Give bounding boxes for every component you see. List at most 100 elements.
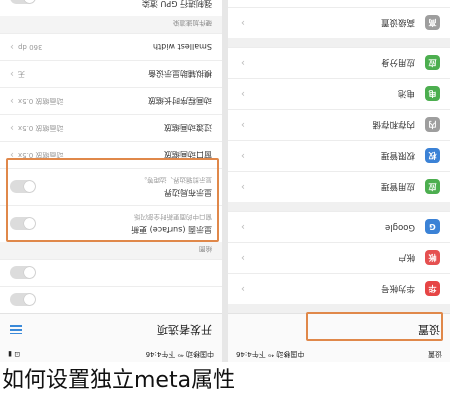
gear-icon: 高	[425, 15, 440, 31]
chevron-right-icon: ›	[241, 88, 245, 100]
developer-options-screen: 中国移动 ⁴ᴳ 下午4:46 ⊡ ▮ 开发者选项 绘图 显示面 (surface…	[0, 0, 222, 362]
caption: 如何设置独立meta属性	[2, 368, 236, 393]
settings-item[interactable]: 华华为帐号 ›	[228, 273, 450, 304]
dev-option-row[interactable]: 显示布局边界 显示剪辑边界、边距等。	[0, 168, 222, 205]
toggle-switch[interactable]	[10, 180, 36, 194]
settings-item-label: 帐户	[397, 252, 415, 262]
settings-item[interactable]: 应应用管理 ›	[228, 171, 450, 202]
dev-option-text: 过渡动画缩放	[64, 123, 212, 134]
dev-hw-rows: 强制进行 GPU 渲染在 2D 绘图中强制使用 GPU显示 GPU 视图更新使用…	[0, 0, 222, 16]
group-gap	[228, 38, 450, 47]
status-right: 中国移动 ⁴ᴳ 下午4:46	[236, 350, 305, 358]
app-twin-icon: 应	[425, 55, 440, 71]
dev-option-summary: 窗口中的面更新时全部闪烁	[134, 213, 212, 221]
settings-item-label: 电池	[397, 88, 415, 98]
settings-item[interactable]: 电电池 ›	[228, 78, 450, 109]
dev-option-summary: 显示剪辑边界、边距等。	[140, 176, 213, 184]
permission-icon: 权	[425, 148, 440, 164]
settings-item[interactable]: G Google ›	[228, 211, 450, 242]
dev-option-label: Smallest width	[152, 42, 212, 52]
chevron-right-icon: ›	[241, 17, 245, 29]
dev-option-text: 显示布局边界 显示剪辑边界、边距等。	[42, 176, 213, 198]
settings-item-label: 应用分身	[380, 57, 415, 67]
chevron-right-icon: ›	[241, 283, 245, 295]
toggle-switch[interactable]	[10, 293, 36, 307]
toggle-switch[interactable]	[10, 266, 36, 280]
toggle-switch[interactable]	[10, 217, 36, 231]
settings-item[interactable]: 应应用分身 ›	[228, 47, 450, 78]
settings-list: 华华为帐号 › 帐帐户 › G Google › 应应用管理 › 权权限管理 › 内内存和存储 › 电电池…	[228, 0, 450, 304]
dev-option-text: Smallest width	[42, 43, 212, 52]
chevron-right-icon: ›	[10, 68, 14, 80]
dev-option-value: 无	[18, 70, 25, 78]
page-title: 开发者选项	[157, 323, 212, 336]
settings-item-label: 应用管理	[380, 181, 415, 191]
dev-option-label: 过渡动画缩放	[164, 123, 212, 133]
chevron-right-icon: ›	[10, 41, 14, 53]
google-icon: G	[425, 219, 440, 235]
settings-item-label: 华为帐号	[380, 283, 415, 293]
settings-item[interactable]: 帐帐户 ›	[228, 242, 450, 273]
dev-option-label: 动画程序时长缩放	[148, 96, 212, 106]
dev-option-text: 模拟辅助显示设备	[25, 69, 212, 80]
chevron-right-icon: ›	[241, 252, 245, 264]
status-right: ⊡ ▮	[8, 350, 20, 358]
dev-option-row[interactable]	[0, 286, 222, 313]
dev-option-row[interactable]: 模拟辅助显示设备 无 ›	[0, 60, 222, 87]
chevron-right-icon: ›	[241, 57, 245, 69]
dev-option-row[interactable]: 窗口动画缩放 动画缩放 0.5x ›	[0, 141, 222, 168]
dev-header: 开发者选项	[0, 313, 222, 346]
huawei-icon: 华	[425, 281, 440, 297]
chevron-right-icon: ›	[241, 150, 245, 162]
screen-divider	[222, 0, 228, 362]
group-gap	[228, 202, 450, 211]
dev-option-value: 动画缩放 0.5x	[18, 124, 64, 132]
settings-item[interactable]: 开开发者选项›	[228, 0, 450, 7]
settings-item-label: 权限管理	[380, 150, 415, 160]
settings-screen: 设置 中国移动 ⁴ᴳ 下午4:46 设置 华华为帐号 › 帐帐户 › G Google › 应…	[228, 0, 450, 362]
account-icon: 帐	[425, 250, 440, 266]
page-title: 设置	[418, 323, 440, 336]
dev-option-label: 模拟辅助显示设备	[148, 69, 212, 79]
dev-option-label: 显示面 (surface) 更新	[131, 225, 212, 234]
dev-option-row[interactable]: 强制进行 GPU 渲染在 2D 绘图中强制使用 GPU	[0, 0, 222, 16]
chevron-right-icon: ›	[10, 122, 14, 134]
menu-icon[interactable]	[10, 325, 22, 335]
dev-top-rows	[0, 259, 222, 313]
dev-option-row[interactable]: 显示面 (surface) 更新 窗口中的面更新时全部闪烁	[0, 205, 222, 242]
status-bar: 设置 中国移动 ⁴ᴳ 下午4:46	[228, 346, 450, 362]
battery-icon: 电	[425, 86, 440, 102]
dev-option-value: 360 dp	[18, 43, 43, 51]
dev-option-row[interactable]: Smallest width 360 dp ›	[0, 33, 222, 60]
settings-item[interactable]: 权权限管理 ›	[228, 140, 450, 171]
chevron-right-icon: ›	[241, 119, 245, 131]
toggle-switch[interactable]	[10, 0, 36, 5]
settings-item[interactable]: 内内存和存储 ›	[228, 109, 450, 140]
dev-draw-rows: 显示面 (surface) 更新 窗口中的面更新时全部闪烁 显示布局边界 显示剪辑边界…	[0, 33, 222, 242]
apps-icon: 应	[425, 179, 440, 195]
dev-option-value: 动画缩放 0.5x	[18, 151, 64, 159]
storage-icon: 内	[425, 117, 440, 133]
chevron-right-icon: ›	[241, 181, 245, 193]
dev-option-row[interactable]: 过渡动画缩放 动画缩放 0.5x ›	[0, 114, 222, 141]
section-hardware: 硬件加速渲染	[0, 16, 222, 33]
chevron-right-icon: ›	[10, 149, 14, 161]
rotated-screens: 设置 中国移动 ⁴ᴳ 下午4:46 设置 华华为帐号 › 帐帐户 › G Google › 应…	[0, 0, 450, 362]
status-bar: 中国移动 ⁴ᴳ 下午4:46 ⊡ ▮	[0, 346, 222, 362]
settings-item-label: 高级设置	[380, 17, 415, 27]
settings-item[interactable]: 高高级设置 ›	[228, 7, 450, 38]
status-left: 设置	[428, 350, 442, 358]
dev-option-label: 窗口动画缩放	[164, 150, 212, 160]
dev-option-text: 显示面 (surface) 更新 窗口中的面更新时全部闪烁	[42, 213, 212, 235]
dev-option-label: 强制进行 GPU 渲染	[142, 0, 212, 8]
chevron-right-icon: ›	[241, 221, 245, 233]
phone-screenshot: 设置 中国移动 ⁴ᴳ 下午4:46 设置 华华为帐号 › 帐帐户 › G Google › 应…	[0, 0, 450, 362]
status-left: 中国移动 ⁴ᴳ 下午4:46	[145, 350, 214, 358]
dev-option-value: 动画缩放 0.5x	[18, 97, 64, 105]
dev-option-text: 动画程序时长缩放	[64, 96, 212, 107]
dev-option-label: 显示布局边界	[164, 188, 212, 197]
settings-header: 设置	[228, 313, 450, 346]
dev-option-row[interactable]	[0, 259, 222, 286]
settings-item-label: Google	[385, 222, 415, 232]
dev-option-row[interactable]: 动画程序时长缩放 动画缩放 0.5x ›	[0, 87, 222, 114]
